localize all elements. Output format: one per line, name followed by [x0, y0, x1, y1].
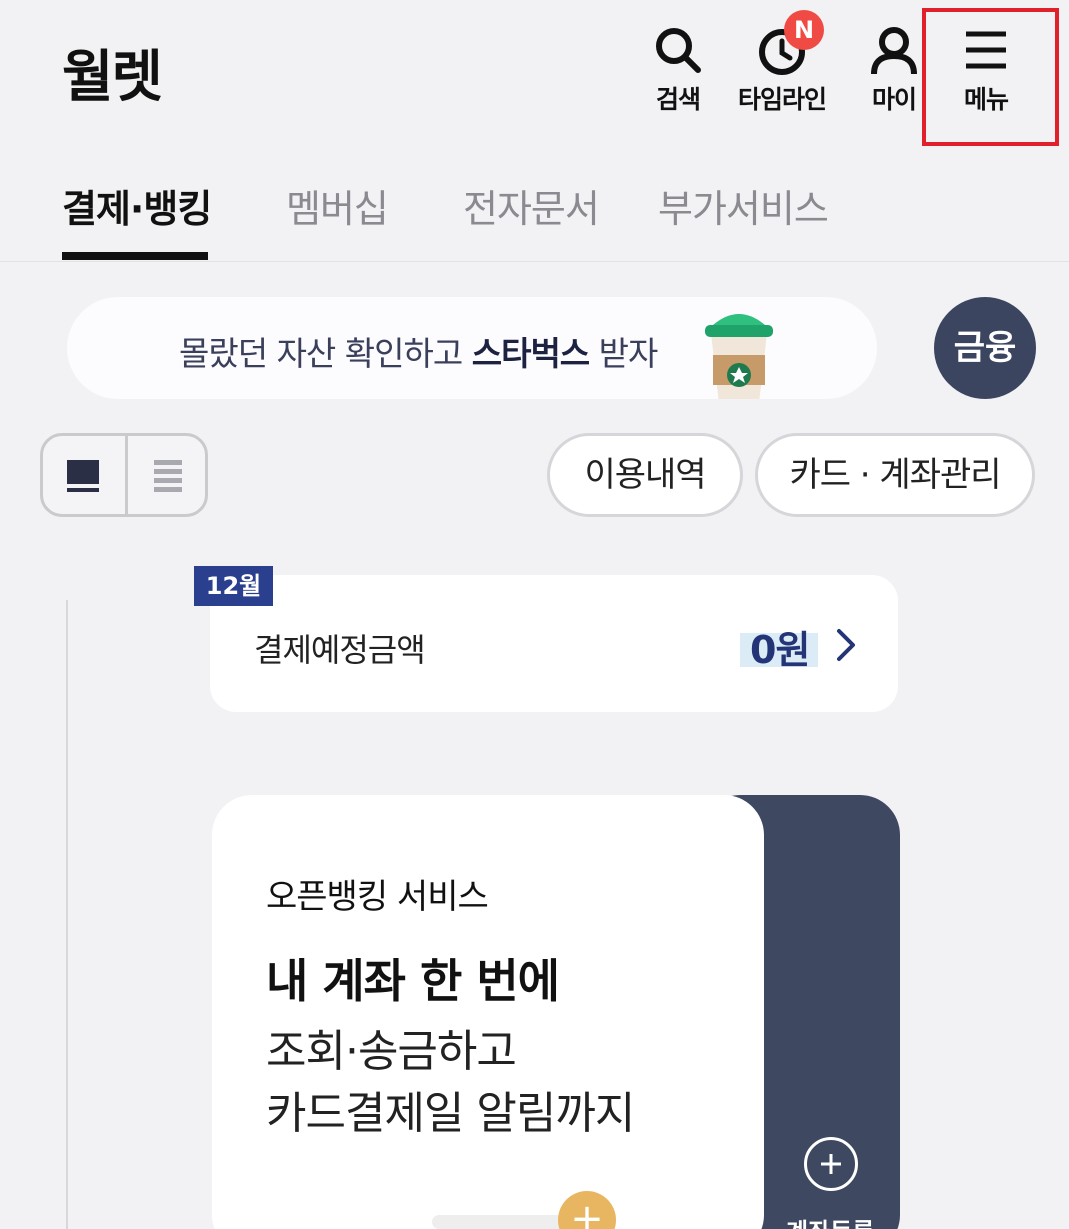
card-view-button[interactable]	[43, 436, 124, 514]
scheduled-payment-card[interactable]: 결제예정금액 0원	[210, 575, 898, 712]
month-tag: 12월	[194, 566, 273, 606]
list-view-icon	[154, 460, 182, 492]
my-button[interactable]: 마이	[866, 22, 922, 116]
promo-text-bold: 스타벅스	[471, 334, 590, 373]
tab-e-documents[interactable]: 전자문서	[463, 178, 600, 233]
scheduled-payment-label: 결제예정금액	[254, 631, 426, 669]
open-banking-title: 내 계좌 한 번에	[266, 954, 560, 1008]
new-badge: N	[784, 10, 824, 50]
finance-button[interactable]: 금융	[934, 297, 1036, 399]
coin-plus-icon: +	[558, 1191, 616, 1229]
open-banking-line1: 조회·송금하고	[266, 1026, 517, 1077]
plus-icon	[821, 1154, 841, 1174]
open-banking-card[interactable]: 오픈뱅킹 서비스 내 계좌 한 번에 조회·송금하고 카드결제일 알림까지 +	[212, 795, 764, 1229]
app-title: 월렛	[62, 45, 163, 110]
open-banking-subtitle: 오픈뱅킹 서비스	[266, 877, 489, 917]
chevron-right-icon	[837, 629, 855, 661]
history-button[interactable]: 이용내역	[547, 433, 743, 517]
app-header: 월렛 검색 N 타임라인 마이 메뉴	[0, 0, 1069, 150]
active-tab-indicator	[62, 252, 208, 260]
my-label: 마이	[871, 85, 917, 114]
category-tabs: 결제·뱅킹 멤버십 전자문서 부가서비스	[0, 150, 1069, 262]
timeline-label: 타임라인	[738, 85, 827, 114]
tab-extra-services[interactable]: 부가서비스	[658, 178, 829, 233]
search-button[interactable]: 검색	[650, 22, 706, 116]
coin-shadow	[432, 1215, 572, 1229]
promo-text-before: 몰랐던 자산 확인하고	[179, 334, 472, 373]
tab-membership[interactable]: 멤버십	[286, 178, 389, 233]
person-icon	[871, 27, 917, 75]
coffee-cup-icon	[705, 314, 773, 399]
timeline-line	[66, 600, 68, 1229]
card-view-icon	[67, 460, 99, 492]
timeline-button[interactable]: N 타임라인	[738, 10, 827, 116]
add-account-label: 계좌등록	[786, 1212, 874, 1229]
search-icon	[656, 28, 701, 73]
promo-text-after: 받자	[589, 334, 659, 373]
menu-highlight-box	[922, 8, 1059, 146]
list-view-button[interactable]	[125, 436, 205, 514]
search-label: 검색	[655, 85, 701, 114]
promo-text: 몰랐던 자산 확인하고 스타벅스 받자	[179, 327, 659, 375]
card-account-manage-button[interactable]: 카드 · 계좌관리	[755, 433, 1035, 517]
view-toggle	[40, 433, 208, 517]
scheduled-payment-amount: 0원	[750, 628, 810, 672]
add-account-button[interactable]	[804, 1137, 858, 1191]
promo-banner[interactable]: 몰랐던 자산 확인하고 스타벅스 받자	[67, 297, 877, 399]
open-banking-line2: 카드결제일 알림까지	[266, 1088, 635, 1139]
tab-payment-banking[interactable]: 결제·뱅킹	[62, 178, 212, 233]
